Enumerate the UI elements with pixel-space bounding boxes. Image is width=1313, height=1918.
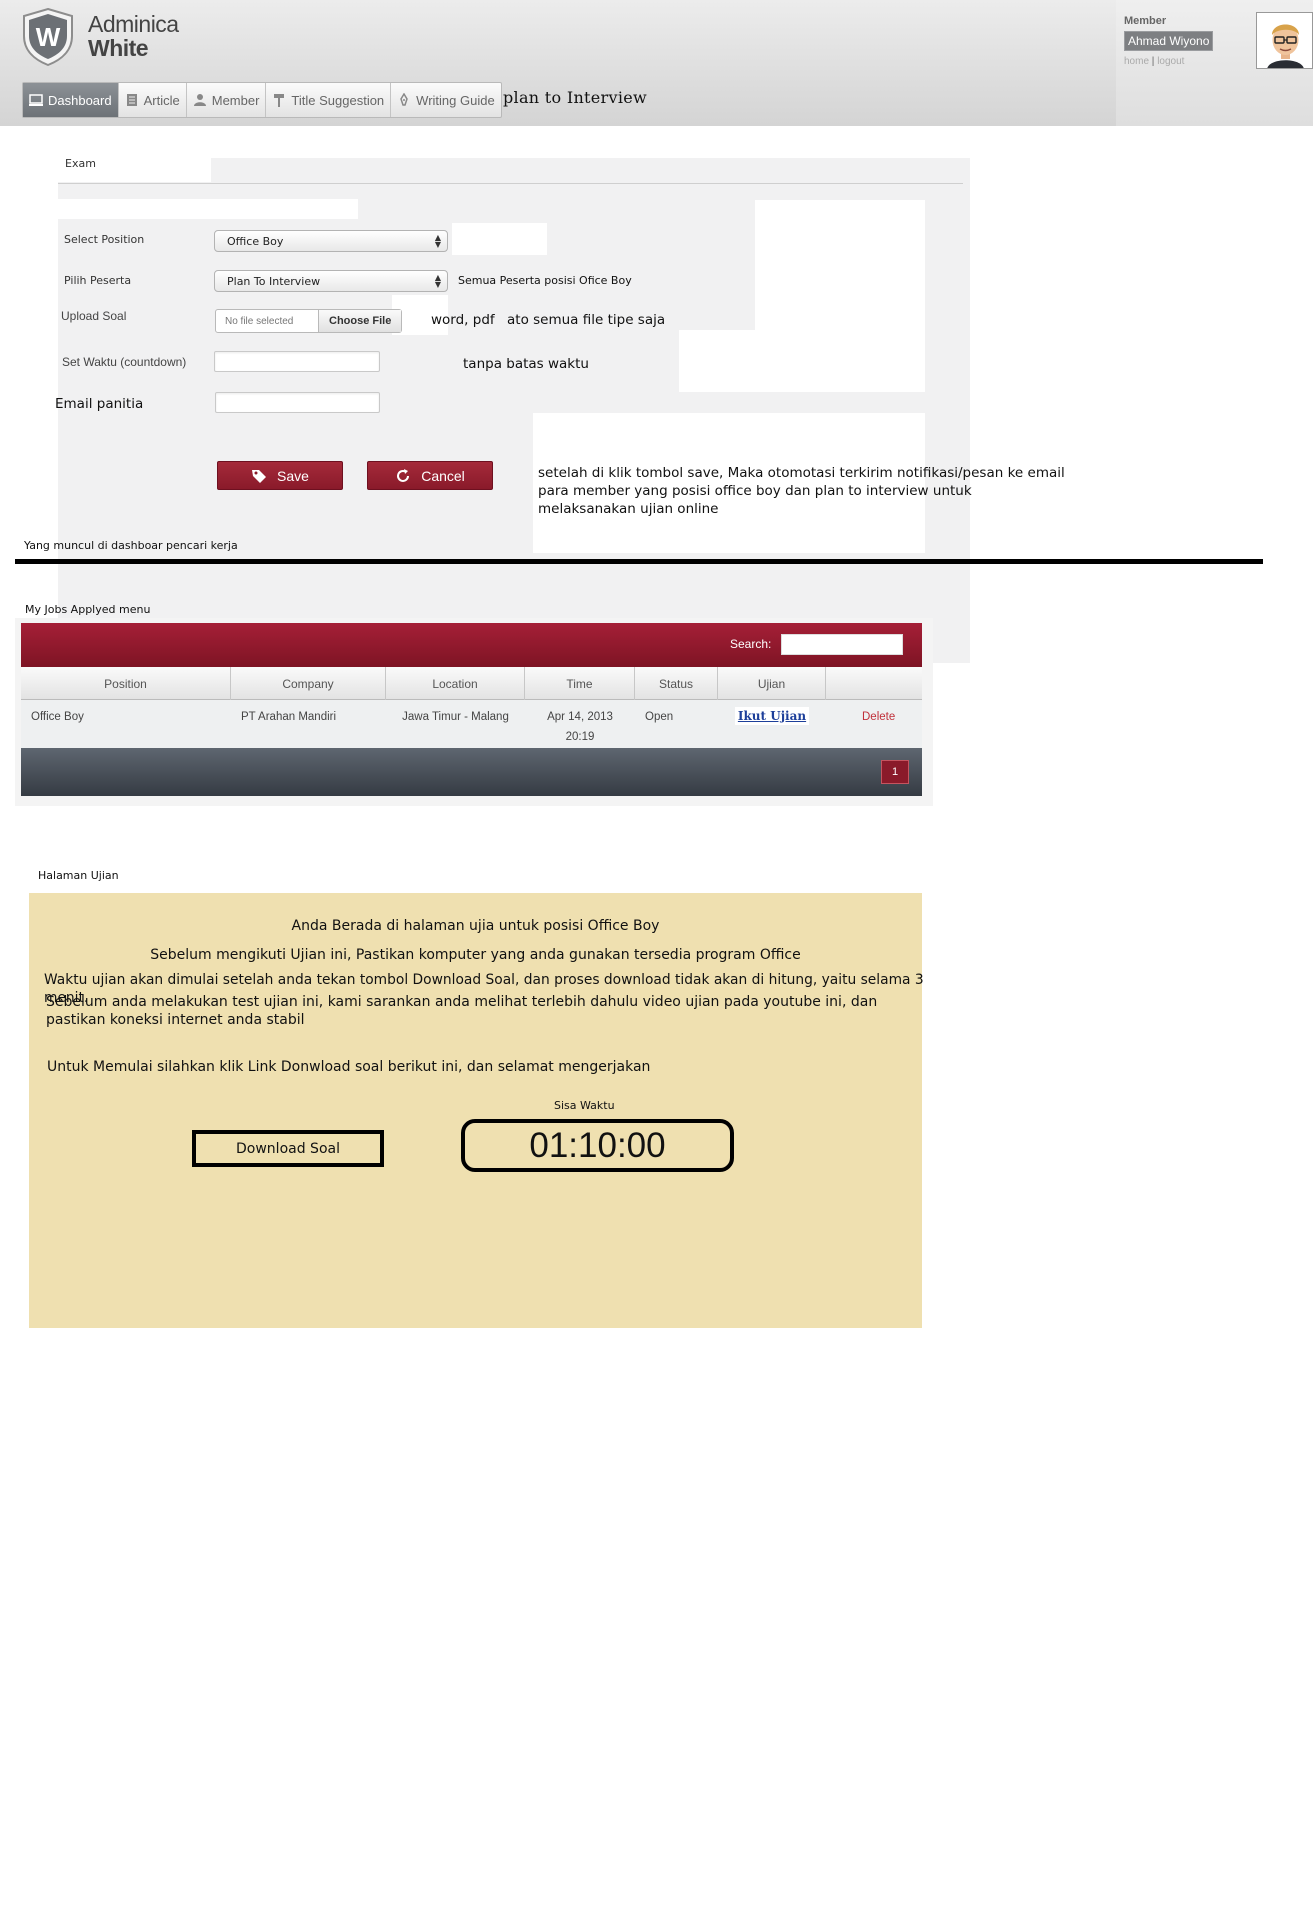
cancel-label: Cancel [421,467,465,484]
nav-label: Member [211,92,260,108]
main-nav: Dashboard Article Member Title Suggestio… [22,82,502,118]
pilih-peserta-value: Plan To Interview [227,275,321,288]
email-panitia-input[interactable] [215,392,380,413]
brand-line1: Adminica [88,11,179,37]
hammer-icon [274,94,285,107]
nav-member[interactable]: Member [187,83,267,117]
sisa-waktu-label: Sisa Waktu [554,1099,615,1112]
member-label: Member [1124,15,1167,27]
nav-label: Article [143,92,180,108]
search-label: Search: [730,637,772,651]
dashboard-caption: Yang muncul di dashboar pencari kerja [24,539,238,552]
table-row: Office Boy PT Arahan Mandiri Jawa Timur … [21,700,922,748]
jobs-caption: My Jobs Applyed menu [25,603,151,616]
member-links: home | logout [1124,56,1185,67]
pilih-peserta-label: Pilih Peserta [64,274,132,287]
save-button[interactable]: Save [217,461,343,490]
set-waktu-label: Set Waktu (countdown) [62,355,187,369]
select-position-dropdown[interactable]: Office Boy ▲ ▼ [214,230,448,252]
waktu-note: tanpa batas waktu [463,356,589,372]
select-arrows-icon: ▲ ▼ [434,233,441,249]
nav-label: Dashboard [48,92,112,108]
brand-line2: White [88,35,149,61]
download-soal-button[interactable]: Download Soal [192,1130,384,1167]
save-label: Save [277,467,309,484]
member-name-badge[interactable]: Ahmad Wiyono [1124,31,1214,51]
pilih-peserta-dropdown[interactable]: Plan To Interview ▲ ▼ [214,270,448,292]
exam-start-info: Untuk Memulai silahkan klik Link Donwloa… [47,1059,651,1075]
col-location[interactable]: Location [386,667,525,700]
upload-note-formats: word, pdf [431,312,495,328]
col-status[interactable]: Status [635,667,718,700]
nav-dashboard[interactable]: Dashboard [23,83,119,117]
refresh-icon [397,468,410,482]
upload-note-any: ato semua file tipe saja [507,312,666,328]
search-input[interactable] [781,634,903,655]
user-icon [193,94,206,106]
delete-link[interactable]: Delete [826,700,922,748]
section-divider [15,559,1263,564]
table-footer [21,748,922,796]
select-arrows-icon: ▲ ▼ [434,273,441,289]
shield-logo-icon: W [23,8,73,66]
col-ujian[interactable]: Ujian [718,667,826,700]
cell-ujian: Ikut Ujian [718,700,826,748]
form-divider [58,183,963,184]
file-name-placeholder: No file selected [225,316,294,327]
pilih-peserta-note: Semua Peserta posisi Ofice Boy [458,274,632,287]
countdown-timer: 01:10:00 [461,1119,734,1172]
upload-soal-label: Upload Soal [61,309,127,323]
set-waktu-input[interactable] [214,351,380,372]
select-position-value: Office Boy [227,235,284,248]
save-explanation-note: setelah di klik tombol save, Maka otomot… [538,465,1065,517]
ikut-ujian-link[interactable]: Ikut Ujian [734,707,810,725]
col-position[interactable]: Position [21,667,231,700]
col-time[interactable]: Time [525,667,635,700]
exam-requirement: Sebelum mengikuti Ujian ini, Pastikan ko… [150,947,801,963]
cancel-button[interactable]: Cancel [367,461,493,490]
nav-label: Title Suggestion [291,92,385,108]
cell-time-date: Apr 14, 2013 [547,711,613,723]
table-header: Position Company Location Time Status Uj… [21,667,922,700]
cell-time-clock: 20:19 [565,731,595,743]
file-upload[interactable]: No file selected Choose File [215,309,402,333]
email-panitia-label: Email panitia [55,396,144,412]
exam-intro: Anda Berada di halaman ujia untuk posisi… [291,918,660,934]
col-company[interactable]: Company [231,667,386,700]
nav-writing-guide[interactable]: Writing Guide [391,83,501,117]
avatar-face-icon [1257,13,1312,68]
logout-link[interactable]: logout [1157,56,1184,67]
monitor-icon [29,94,43,106]
document-icon [126,94,137,106]
home-link[interactable]: home [1124,56,1149,67]
cell-company: PT Arahan Mandiri [241,711,337,723]
cell-position: Office Boy [31,711,84,723]
tag-icon [252,469,267,483]
avatar[interactable] [1256,12,1313,69]
logo-letter: W [36,22,61,52]
page-title: plan to Interview [503,88,648,107]
cell-status: Open [645,711,674,723]
exam-video-info: Sebelum anda melakukan test ujian ini, k… [46,994,878,1028]
exam-page-caption: Halaman Ujian [38,869,119,882]
cell-time: Apr 14, 2013 20:19 [525,700,635,748]
pen-icon [400,93,408,106]
cell-location: Jawa Timur - Malang [402,711,509,723]
nav-title-suggestion[interactable]: Title Suggestion [266,83,392,117]
select-position-label: Select Position [64,233,145,246]
pagination-page-1[interactable]: 1 [881,760,909,784]
nav-article[interactable]: Article [119,83,187,117]
form-title: Exam [65,157,96,170]
col-action [826,667,922,700]
nav-label: Writing Guide [416,92,495,108]
brand-name: Adminica White [88,12,179,60]
choose-file-button[interactable]: Choose File [318,310,401,332]
